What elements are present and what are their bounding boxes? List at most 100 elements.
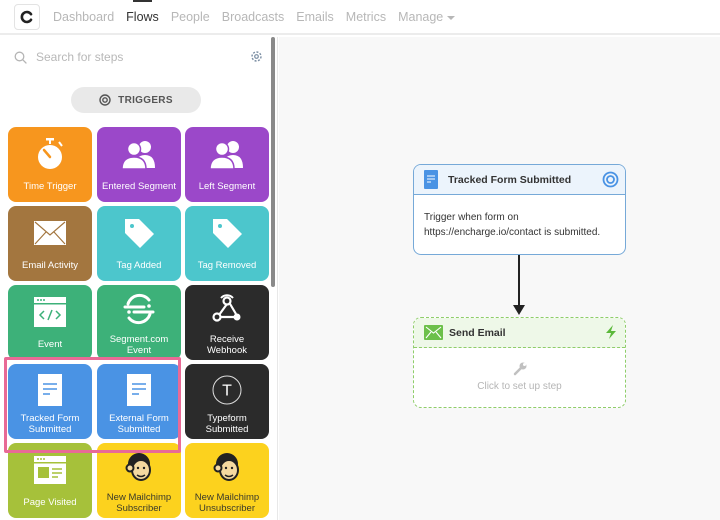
flow-connector-line <box>518 255 520 307</box>
search-icon <box>14 51 27 64</box>
tile-label-line1: New Mailchimp <box>194 492 260 503</box>
tile-label-line2: Submitted <box>205 424 249 435</box>
triggers-category-button[interactable]: TRIGGERS <box>71 87 201 113</box>
tile-label: Left Segment <box>198 181 256 192</box>
tile-label: New Mailchimp Subscriber <box>99 492 179 514</box>
tile-label: Email Activity <box>22 260 78 271</box>
stopwatch-icon <box>38 138 63 169</box>
target-icon <box>602 171 619 188</box>
tile-label: Segment.com Event <box>99 334 179 356</box>
tile-label: Typeform Submitted <box>187 413 267 435</box>
mailchimp-icon <box>125 453 151 481</box>
tile-tag-added[interactable]: Tag Added <box>97 206 181 281</box>
settings-button[interactable] <box>250 50 263 68</box>
tile-left-segment[interactable]: Left Segment <box>185 127 269 202</box>
trigger-node-header: Tracked Form Submitted <box>414 165 625 195</box>
tile-new-mailchimp-subscriber[interactable]: New Mailchimp Subscriber <box>97 443 181 518</box>
send-email-node-header: Send Email <box>414 318 625 348</box>
tile-label: External Form Submitted <box>99 413 179 435</box>
main-nav: Dashboard Flows People Broadcasts Emails… <box>53 0 467 24</box>
tag-icon <box>213 219 242 248</box>
arrow-down-icon <box>513 305 525 315</box>
triggers-label: TRIGGERS <box>118 94 173 106</box>
users-icon <box>209 141 243 170</box>
nav-flows[interactable]: Flows <box>126 0 159 24</box>
trigger-description-line2: https://encharge.io/contact is submitted… <box>424 227 601 238</box>
tile-label: Tag Removed <box>197 260 257 271</box>
tile-label-line2: Event <box>126 345 152 356</box>
nav-metrics[interactable]: Metrics <box>346 10 386 24</box>
webpage-icon <box>34 456 66 484</box>
segment-logo-icon <box>123 293 155 325</box>
mailchimp-icon <box>213 453 239 481</box>
chevron-down-icon <box>447 15 456 20</box>
tile-label-line1: Receive <box>209 334 245 345</box>
tile-label: New Mailchimp Unsubscriber <box>187 492 267 514</box>
tile-segment-event[interactable]: Segment.com Event <box>97 285 181 360</box>
tile-tracked-form-submitted[interactable]: Tracked Form Submitted <box>8 364 92 439</box>
app-logo[interactable] <box>14 4 40 30</box>
search-bar <box>14 50 216 64</box>
tile-label: Time Trigger <box>23 181 77 192</box>
tile-receive-webhook[interactable]: Receive Webhook <box>185 285 269 360</box>
flow-canvas[interactable] <box>279 37 720 520</box>
nav-dashboard[interactable]: Dashboard <box>53 10 114 24</box>
envelope-icon <box>34 221 66 245</box>
setup-step-placeholder: Click to set up step <box>477 381 562 392</box>
users-icon <box>121 141 155 170</box>
tile-label-line1: New Mailchimp <box>106 492 172 503</box>
tile-external-form-submitted[interactable]: External Form Submitted <box>97 364 181 439</box>
nav-manage[interactable]: Manage <box>398 10 456 24</box>
webhook-icon <box>212 294 241 322</box>
form-document-icon <box>127 374 151 406</box>
nav-people[interactable]: People <box>171 10 210 24</box>
trigger-node[interactable]: Tracked Form Submitted Trigger when form… <box>413 164 626 255</box>
svg-text:T: T <box>222 383 232 400</box>
trigger-description-line1: Trigger when form on <box>424 212 519 223</box>
trigger-node-title: Tracked Form Submitted <box>448 173 572 186</box>
tile-label-line1: External Form <box>109 413 169 424</box>
gear-icon <box>251 51 262 62</box>
tile-label-line2: Webhook <box>207 345 247 356</box>
envelope-icon <box>424 325 443 340</box>
tile-entered-segment[interactable]: Entered Segment <box>97 127 181 202</box>
tile-label-line2: Submitted <box>28 424 72 435</box>
search-steps-input[interactable] <box>36 50 216 64</box>
tile-label-line2: Subscriber <box>116 503 162 514</box>
tile-page-visited[interactable]: Page Visited <box>8 443 92 518</box>
nav-manage-label: Manage <box>398 10 444 24</box>
tile-tag-removed[interactable]: Tag Removed <box>185 206 269 281</box>
lightning-bolt-icon <box>606 325 616 339</box>
send-email-node-title: Send Email <box>449 326 506 339</box>
tile-label: Tag Added <box>116 260 162 271</box>
tile-event[interactable]: Event <box>8 285 92 360</box>
steps-sidebar: TRIGGERS Time Trigger Entered Segment Le… <box>0 37 278 520</box>
top-navigation-bar: Dashboard Flows People Broadcasts Emails… <box>0 0 720 35</box>
send-email-node-body: Click to set up step <box>414 348 625 392</box>
tile-typeform-submitted[interactable]: T Typeform Submitted <box>185 364 269 439</box>
tile-label-line2: Unsubscriber <box>199 503 255 514</box>
tile-label: Entered Segment <box>102 181 176 192</box>
tile-label: Page Visited <box>23 497 77 508</box>
logo-icon <box>20 10 33 24</box>
nav-emails[interactable]: Emails <box>296 10 334 24</box>
trigger-node-description: Trigger when form on https://encharge.io… <box>414 195 625 254</box>
tile-email-activity[interactable]: Email Activity <box>8 206 92 281</box>
wrench-icon <box>513 362 526 376</box>
tile-time-trigger[interactable]: Time Trigger <box>8 127 92 202</box>
tile-label-line1: Segment.com <box>109 334 169 345</box>
tile-label: Tracked Form Submitted <box>10 413 90 435</box>
sidebar-scrollbar[interactable] <box>271 37 275 287</box>
tile-label-line1: Typeform <box>207 413 247 424</box>
tag-icon <box>125 219 154 248</box>
tile-label-line1: Tracked Form <box>20 413 80 424</box>
typeform-icon: T <box>212 375 242 405</box>
form-document-icon <box>38 374 62 406</box>
nav-broadcasts[interactable]: Broadcasts <box>222 10 285 24</box>
tile-new-mailchimp-unsubscriber[interactable]: New Mailchimp Unsubscriber <box>185 443 269 518</box>
code-window-icon <box>34 297 66 327</box>
form-document-icon <box>424 170 438 189</box>
send-email-node[interactable]: Send Email Click to set up step <box>413 317 626 408</box>
tile-label-line2: Submitted <box>117 424 161 435</box>
tile-label: Receive Webhook <box>187 334 267 356</box>
